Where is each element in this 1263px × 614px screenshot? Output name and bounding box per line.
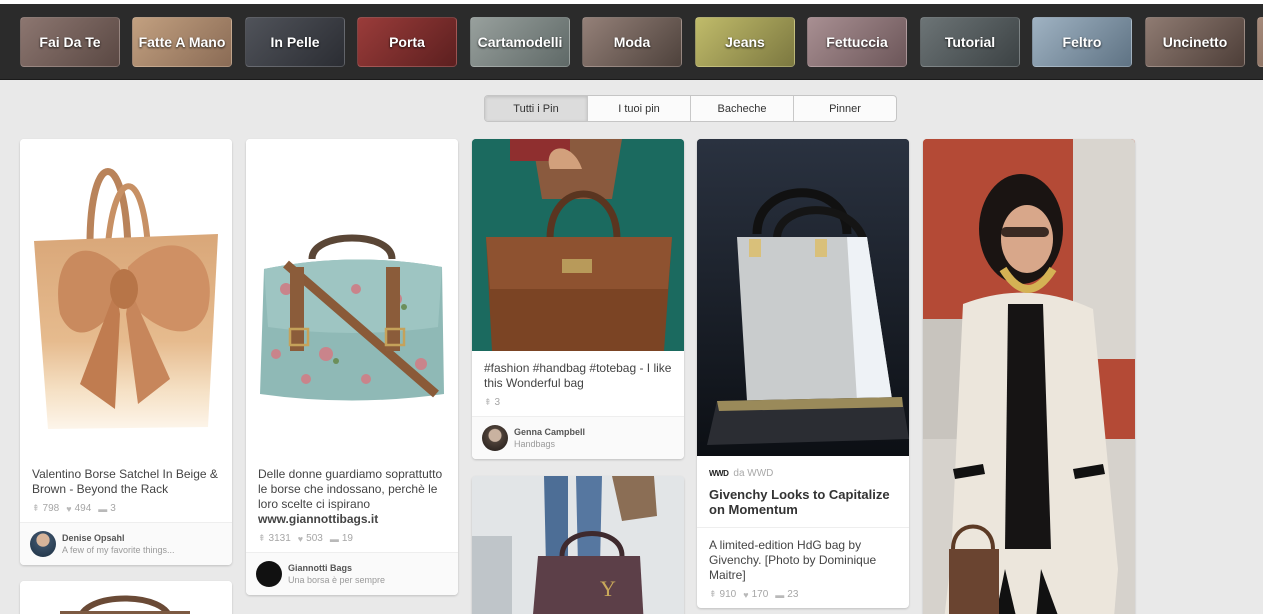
category-fai-da-te[interactable]: Fai Da Te [20,17,120,67]
speech-bubble-icon: ▬ [775,589,785,600]
tab-bacheche[interactable]: Bacheche [691,96,794,121]
category-moda[interactable]: Moda [582,17,682,67]
pin-stats: ⇞ 798 ♥ 494 ▬ 3 [20,501,232,522]
pin-card[interactable] [923,139,1135,614]
pin-card[interactable]: #fashion #handbag #totebag - I like this… [472,139,684,459]
category-jeans[interactable]: Jeans [695,17,795,67]
pin-card[interactable]: Delle donne guardiamo soprattutto le bor… [246,139,458,595]
repin-count: 3 [494,397,501,408]
pin-stats: ⇞ 3 [472,395,684,416]
pin-card[interactable]: WWD da WWD Givenchy Looks to Capitalize … [697,139,909,608]
pin-icon: ⇞ [258,533,266,543]
pin-icon: ⇞ [484,397,492,407]
pin-stats: ⇞ 3131 ♥ 503 ▬ 19 [246,531,458,552]
pin-image[interactable] [20,139,232,457]
bow-tote-bag-image [34,168,218,429]
category-label: In Pelle [270,34,320,50]
pin-stats: ⇞ 910 ♥ 170 ▬ 23 [697,587,909,608]
like-count: 503 [306,533,323,544]
category-label: Tutorial [944,34,996,50]
pin-link[interactable]: www.giannottibags.it [258,512,446,527]
pin-image[interactable] [246,139,458,457]
comment-count: 23 [787,589,799,600]
board-name[interactable]: Handbags [514,438,585,450]
comment-count: 19 [341,533,353,544]
like-count: 170 [751,589,769,600]
pin-description: Valentino Borse Satchel In Beige & Brown… [32,467,218,496]
owner-name[interactable]: Giannotti Bags [288,562,385,574]
category-partial[interactable] [1257,17,1263,67]
pin-filter-tabs: Tutti i Pin I tuoi pin Bacheche Pinner [484,95,897,122]
category-uncinetto[interactable]: Uncinetto [1145,17,1245,67]
pin-card[interactable] [20,581,232,614]
repin-count: 910 [719,589,737,600]
category-label: Fettuccia [826,34,888,50]
pin-image[interactable] [697,139,909,456]
category-label: Porta [389,34,425,50]
category-tutorial[interactable]: Tutorial [920,17,1020,67]
board-name[interactable]: A few of my favorite things... [62,544,175,556]
speech-bubble-icon: ▬ [329,533,339,544]
category-cartamodelli[interactable]: Cartamodelli [470,17,570,67]
fashion-outfit-image [923,139,1135,614]
category-fettuccia[interactable]: Fettuccia [807,17,907,67]
pin-description-text: Delle donne guardiamo soprattutto le bor… [258,467,443,511]
speech-bubble-icon: ▬ [98,503,108,514]
pin-owner[interactable]: Genna Campbell Handbags [472,416,684,459]
pin-owner[interactable]: Giannotti Bags Una borsa è per sempre [246,552,458,595]
pin-card[interactable]: Y [472,476,684,614]
like-count: 494 [74,503,92,514]
pin-image[interactable] [20,581,232,614]
category-label: Fatte A Mano [138,34,226,50]
tab-i-tuoi-pin[interactable]: I tuoi pin [588,96,691,121]
category-label: Jeans [725,34,765,50]
heart-icon: ♥ [66,503,72,514]
owner-name[interactable]: Genna Campbell [514,426,585,438]
category-fatte-a-mano[interactable]: Fatte A Mano [132,17,232,67]
avatar[interactable] [482,425,508,451]
heart-icon: ♥ [743,589,749,600]
pin-description: Delle donne guardiamo soprattutto le bor… [246,457,458,531]
heart-icon: ♥ [297,533,304,544]
leather-bag-image [60,595,190,614]
category-bar: Fai Da Te Fatte A Mano In Pelle Porta Ca… [0,4,1263,80]
pin-image[interactable] [472,139,684,351]
purple-bag-image: Y [472,476,684,614]
owner-name[interactable]: Denise Opsahl [62,532,175,544]
category-label: Feltro [1062,34,1102,50]
floral-satchel-image [260,234,444,401]
pin-source[interactable]: WWD da WWD [697,456,909,479]
tab-tutti-i-pin[interactable]: Tutti i Pin [485,96,588,121]
avatar[interactable] [256,561,282,587]
repin-count: 798 [42,503,60,514]
category-label: Uncinetto [1162,34,1228,50]
repin-count: 3131 [268,533,291,544]
pin-icon: ⇞ [32,503,40,513]
avatar[interactable] [30,531,56,557]
comment-count: 3 [110,503,116,514]
pin-owner[interactable]: Denise Opsahl A few of my favorite thing… [20,522,232,565]
category-porta[interactable]: Porta [357,17,457,67]
source-label[interactable]: da WWD [733,468,773,479]
category-label: Moda [613,34,651,50]
category-label: Fai Da Te [39,34,101,50]
pin-title[interactable]: Givenchy Looks to Capitalize on Momentum [697,479,909,528]
board-name[interactable]: Una borsa è per sempre [288,574,385,586]
pin-description: A limited-edition HdG bag by Givenchy. [… [709,538,877,582]
leather-tote-image [472,139,684,351]
pin-card[interactable]: Valentino Borse Satchel In Beige & Brown… [20,139,232,565]
pin-description: #fashion #handbag #totebag - I like this… [484,361,672,390]
pin-image[interactable] [923,139,1135,614]
category-label: Cartamodelli [477,34,563,50]
category-feltro[interactable]: Feltro [1032,17,1132,67]
pin-image[interactable]: Y [472,476,684,614]
category-in-pelle[interactable]: In Pelle [245,17,345,67]
pin-icon: ⇞ [709,589,717,599]
svg-text:Y: Y [600,576,616,601]
givenchy-bag-image [697,139,909,456]
source-logo: WWD [709,469,729,478]
tab-pinner[interactable]: Pinner [794,96,896,121]
